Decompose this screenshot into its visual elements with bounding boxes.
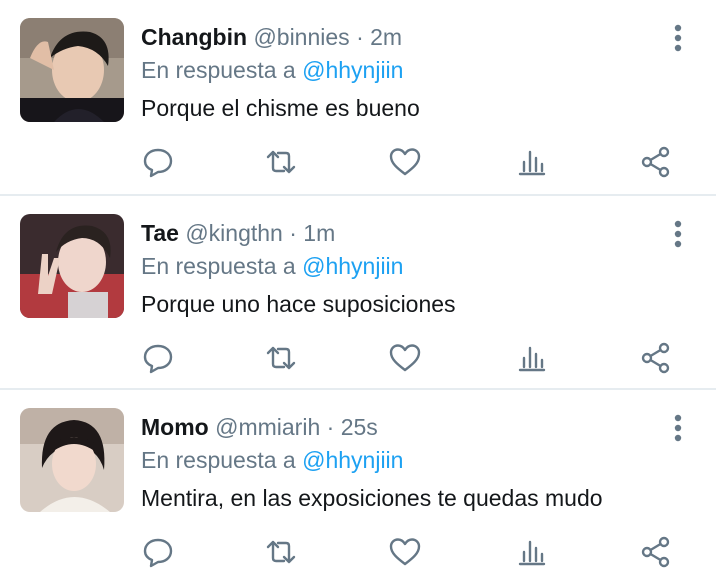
analytics-icon[interactable]: [514, 340, 550, 376]
timestamp[interactable]: 2m: [370, 24, 402, 50]
tweet-text: Porque el chisme es bueno: [141, 95, 420, 121]
avatar[interactable]: [20, 408, 124, 512]
display-name[interactable]: Tae: [141, 220, 179, 246]
reply-icon[interactable]: [140, 534, 176, 570]
tweet-text: Mentira, en las exposiciones te quedas m…: [141, 485, 603, 511]
analytics-icon[interactable]: [514, 534, 550, 570]
retweet-icon[interactable]: [263, 340, 299, 376]
separator: ·: [326, 414, 335, 440]
more-vertical-icon[interactable]: [664, 410, 692, 446]
share-icon[interactable]: [638, 534, 674, 570]
heart-icon[interactable]: [387, 144, 423, 180]
more-vertical-icon[interactable]: [664, 216, 692, 252]
retweet-icon[interactable]: [263, 534, 299, 570]
tweet-header: Changbin @binnies · 2m: [141, 23, 402, 51]
tweet[interactable]: Changbin @binnies · 2m En respuesta a @h…: [0, 0, 716, 194]
reply-mention-link[interactable]: @hhynjiin: [302, 447, 403, 473]
heart-icon[interactable]: [387, 534, 423, 570]
reply-context: En respuesta a @hhynjiin: [141, 252, 403, 280]
share-icon[interactable]: [638, 144, 674, 180]
share-icon[interactable]: [638, 340, 674, 376]
username[interactable]: @mmiarih: [215, 414, 320, 440]
display-name[interactable]: Momo: [141, 414, 209, 440]
reply-prefix: En respuesta a: [141, 57, 296, 83]
timestamp[interactable]: 25s: [341, 414, 378, 440]
reply-mention-link[interactable]: @hhynjiin: [302, 57, 403, 83]
reply-context: En respuesta a @hhynjiin: [141, 56, 403, 84]
tweet-text: Porque uno hace suposiciones: [141, 291, 456, 317]
reply-icon[interactable]: [140, 340, 176, 376]
avatar[interactable]: [20, 18, 124, 122]
more-vertical-icon[interactable]: [664, 20, 692, 56]
tweet-header: Tae @kingthn · 1m: [141, 219, 335, 247]
reply-timeline: Changbin @binnies · 2m En respuesta a @h…: [0, 0, 716, 576]
separator: ·: [356, 24, 364, 50]
avatar[interactable]: [20, 214, 124, 318]
reply-prefix: En respuesta a: [141, 253, 296, 279]
reply-mention-link[interactable]: @hhynjiin: [302, 253, 403, 279]
reply-prefix: En respuesta a: [141, 447, 296, 473]
reply-icon[interactable]: [140, 144, 176, 180]
tweet[interactable]: Momo @mmiarih · 25s En respuesta a @hhyn…: [0, 388, 716, 576]
timestamp[interactable]: 1m: [303, 220, 335, 246]
tweet-header: Momo @mmiarih · 25s: [141, 413, 378, 441]
tweet[interactable]: Tae @kingthn · 1m En respuesta a @hhynji…: [0, 194, 716, 388]
retweet-icon[interactable]: [263, 144, 299, 180]
display-name[interactable]: Changbin: [141, 24, 247, 50]
username[interactable]: @kingthn: [185, 220, 283, 246]
reply-context: En respuesta a @hhynjiin: [141, 446, 403, 474]
separator: ·: [289, 220, 297, 246]
username[interactable]: @binnies: [253, 24, 349, 50]
heart-icon[interactable]: [387, 340, 423, 376]
analytics-icon[interactable]: [514, 144, 550, 180]
